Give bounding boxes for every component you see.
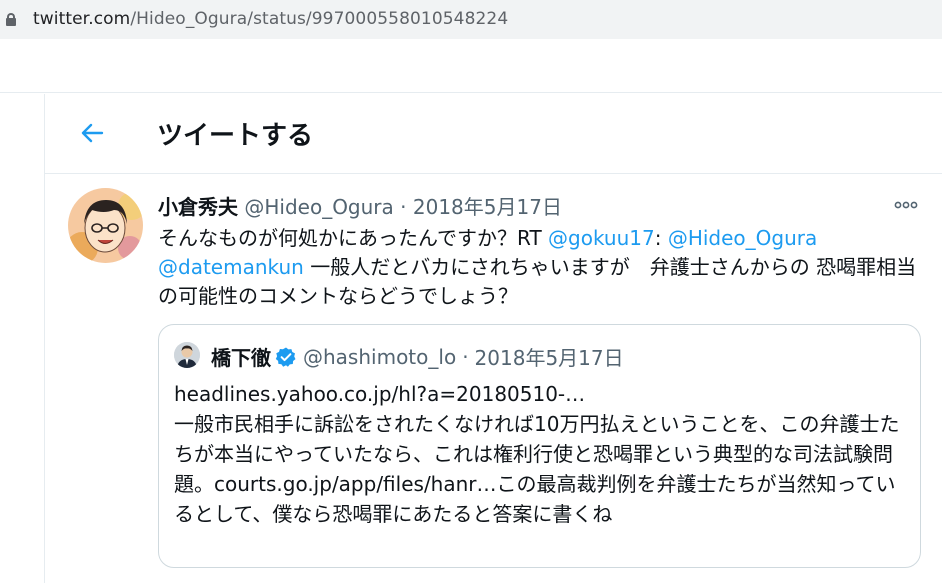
author-name[interactable]: 小倉秀夫 [158,195,238,219]
author-handle[interactable]: @Hideo_Ogura [244,195,393,219]
quoted-author-name[interactable]: 橋下徹 [211,342,271,371]
url-host: twitter.com [33,9,131,29]
quoted-header: 橋下徹 @hashimoto_lo · 2018年5月17日 [211,342,624,371]
mention-link[interactable]: @Hideo_Ogura [668,226,817,250]
browser-address-bar[interactable]: twitter.com/Hideo_Ogura/status/997000558… [0,0,942,39]
avatar[interactable] [68,188,143,263]
page-header: ツイートする [45,94,942,174]
quoted-body: 一般市民相手に訴訟をされたくなければ10万円払えということを、この弁護士たちが本… [174,412,900,526]
tweet-header: 小倉秀夫 @Hideo_Ogura · 2018年5月17日 [158,191,562,220]
lock-icon[interactable] [6,13,16,26]
quoted-text: headlines.yahoo.co.jp/hl?a=20180510-… 一般… [174,379,909,529]
tweet-text-part: そんなものが何処かにあったんですか？RT [158,226,549,250]
main-column: ツイートする 小倉秀夫 @Hideo_Ogura · 2018年5月17日 そん… [44,94,942,583]
browser-spacer [0,39,942,93]
separator-dot: · [462,344,469,369]
tweet-date[interactable]: 2018年5月17日 [413,195,562,219]
separator-dot: · [400,195,407,219]
verified-badge-icon [275,346,297,368]
quoted-avatar[interactable] [174,342,200,368]
quoted-tweet[interactable]: 橋下徹 @hashimoto_lo · 2018年5月17日 headlines… [158,324,921,568]
quoted-date[interactable]: 2018年5月17日 [475,342,624,371]
back-arrow-icon[interactable] [79,120,105,146]
tweet-text-part: : [654,226,668,250]
url-text[interactable]: twitter.com/Hideo_Ogura/status/997000558… [33,9,508,29]
tweet-text: そんなものが何処かにあったんですか？RT @gokuu17: @Hideo_Og… [158,224,923,311]
more-options-icon[interactable] [893,197,919,211]
page-title: ツイートする [157,121,314,151]
mention-link[interactable]: @gokuu17 [548,226,655,250]
url-path: /Hideo_Ogura/status/997000558010548224 [130,9,509,29]
quoted-author-handle[interactable]: @hashimoto_lo [303,345,456,369]
mention-link[interactable]: @datemankun [158,255,304,279]
quoted-link-line[interactable]: headlines.yahoo.co.jp/hl?a=20180510-… [174,379,909,409]
